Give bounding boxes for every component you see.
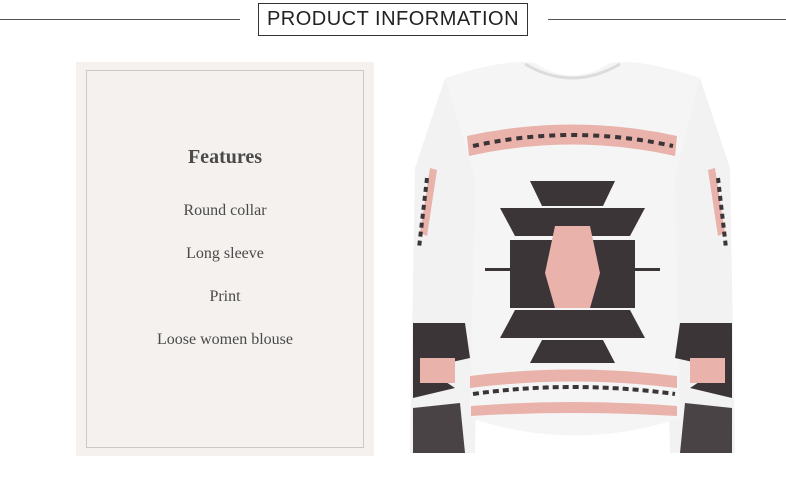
features-card-border: Features Round collar Long sleeve Print … <box>86 70 364 448</box>
left-cuff-lower <box>413 403 465 453</box>
features-card: Features Round collar Long sleeve Print … <box>76 62 374 456</box>
section-title: PRODUCT INFORMATION <box>258 3 528 36</box>
right-cuff-lower <box>680 403 732 453</box>
feature-item-print: Print <box>209 288 241 305</box>
right-cuff-pink <box>690 358 725 383</box>
feature-item-round-collar: Round collar <box>183 202 267 219</box>
left-cuff-pink <box>420 358 455 383</box>
feature-item-loose-blouse: Loose women blouse <box>157 331 293 348</box>
features-heading: Features <box>187 146 263 168</box>
product-image <box>410 62 735 453</box>
central-motif <box>485 181 660 363</box>
feature-item-long-sleeve: Long sleeve <box>186 245 264 262</box>
header-divider-left <box>0 19 240 20</box>
header-divider-right <box>548 19 786 20</box>
